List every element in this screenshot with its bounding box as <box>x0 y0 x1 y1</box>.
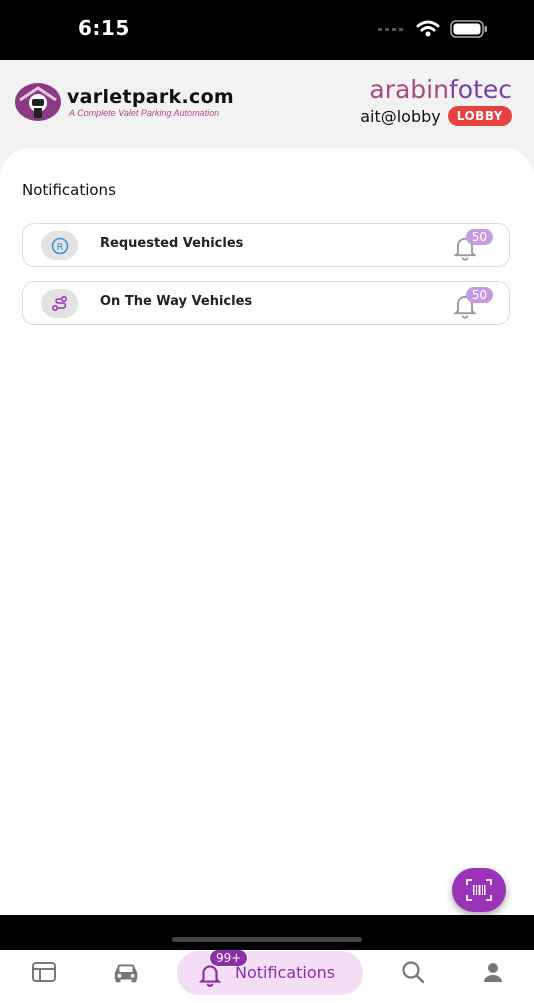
page-title: Notifications <box>22 181 116 199</box>
notification-item-on-the-way[interactable]: On The Way Vehicles 50 <box>22 281 510 325</box>
svg-text:R: R <box>56 242 63 253</box>
home-indicator-area <box>0 915 534 950</box>
home-indicator[interactable] <box>172 937 362 942</box>
nav-vehicles[interactable] <box>111 957 141 987</box>
signal-icon <box>378 28 403 31</box>
brand-name-part1: arabin <box>369 75 449 104</box>
nav-notifications-label: Notifications <box>235 963 336 982</box>
valet-logo-icon <box>15 83 61 121</box>
route-icon <box>41 289 78 318</box>
logo-tagline: A Complete Valet Parking Automation <box>69 108 220 118</box>
count-badge: 50 <box>465 287 493 303</box>
barcode-scan-icon <box>466 879 492 901</box>
bottom-nav: 99+ Notifications <box>0 943 534 1003</box>
logo-name: varletpark.com <box>67 86 235 108</box>
logo[interactable]: varletpark.com A Complete Valet Parking … <box>14 82 234 122</box>
scan-button[interactable] <box>452 868 506 912</box>
wifi-icon <box>416 20 440 37</box>
brand-name: arabinfotec <box>360 76 512 104</box>
battery-icon <box>450 20 487 38</box>
nav-dashboard[interactable] <box>29 957 59 987</box>
notification-label: Requested Vehicles <box>100 236 244 251</box>
nav-search[interactable] <box>398 957 428 987</box>
notification-item-requested[interactable]: R Requested Vehicles 50 <box>22 223 510 267</box>
user-icon <box>484 963 502 982</box>
nav-profile[interactable] <box>478 957 508 987</box>
count-badge: 50 <box>465 229 493 245</box>
content-card: Notifications R Requested Vehicles 50 On… <box>0 148 534 1003</box>
brand: arabinfotec ait@lobby LOBBY <box>360 76 512 126</box>
brand-name-part2: fotec <box>448 75 512 104</box>
search-icon <box>402 961 425 984</box>
status-time: 6:15 <box>78 16 130 40</box>
car-icon <box>114 964 138 983</box>
nav-notifications[interactable]: 99+ Notifications <box>177 949 363 995</box>
notification-label: On The Way Vehicles <box>100 294 253 309</box>
status-icons <box>378 20 488 38</box>
app-header: varletpark.com A Complete Valet Parking … <box>0 60 534 148</box>
user-label: ait@lobby <box>360 106 441 126</box>
status-bar: 6:15 <box>0 0 534 60</box>
lobby-badge[interactable]: LOBBY <box>447 106 512 126</box>
app-screen: varletpark.com A Complete Valet Parking … <box>0 60 534 1003</box>
dashboard-icon <box>32 962 56 982</box>
registered-icon: R <box>41 231 78 260</box>
